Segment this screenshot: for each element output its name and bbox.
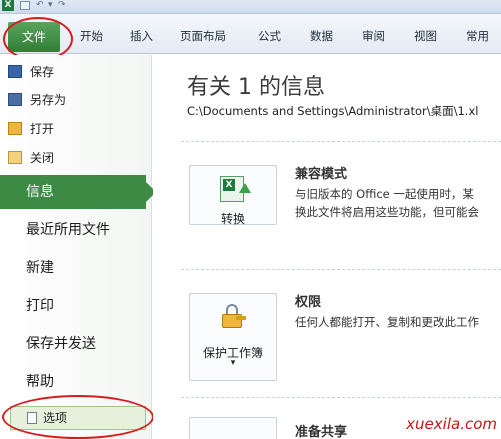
convert-button-label: 转换	[220, 212, 245, 226]
permissions-desc: 任何人都能打开、复制和更改此工作	[295, 315, 479, 329]
compat-desc-1: 与旧版本的 Office 一起使用时，某	[295, 187, 474, 201]
save-as-icon	[8, 93, 22, 106]
divider	[181, 141, 501, 142]
open-folder-icon	[8, 122, 22, 135]
save-quick-icon[interactable]	[20, 1, 30, 10]
file-path: C:\Documents and Settings\Administrator\…	[187, 104, 479, 118]
tab-view[interactable]: 视图	[414, 28, 437, 44]
tab-formulas[interactable]: 公式	[258, 28, 281, 44]
section-new[interactable]: 新建	[0, 251, 152, 285]
compat-desc-2: 换此文件将启用这些功能，但可能会	[295, 205, 479, 219]
divider	[181, 397, 501, 398]
tab-review[interactable]: 审阅	[362, 28, 385, 44]
open-command[interactable]: 打开	[8, 118, 54, 140]
section-help[interactable]: 帮助	[0, 365, 152, 399]
page-title: 有关 1 的信息	[187, 75, 325, 100]
save-command-label: 保存	[30, 65, 55, 79]
redo-icon[interactable]: ↷	[58, 0, 66, 11]
check-issues-button[interactable]	[189, 417, 277, 439]
tab-page-layout[interactable]: 页面布局	[180, 28, 226, 44]
share-heading: 准备共享	[295, 425, 348, 439]
close-folder-icon	[8, 151, 22, 164]
tab-insert[interactable]: 插入	[130, 28, 153, 44]
lock-icon	[220, 304, 246, 330]
save-as-command-label: 另存为	[30, 93, 67, 107]
ribbon-tab-bar: 文件 开始 插入 页面布局 公式 数据 审阅 视图 常用	[0, 14, 501, 61]
divider	[181, 269, 501, 270]
convert-excel-icon: X	[220, 176, 251, 202]
section-recent[interactable]: 最近所用文件	[0, 213, 152, 247]
compat-heading: 兼容模式	[295, 167, 348, 182]
watermark: xuexila.com	[406, 415, 497, 433]
excel-app-icon[interactable]: X	[2, 0, 14, 11]
save-command[interactable]: 保存	[8, 61, 54, 83]
save-as-command[interactable]: 另存为	[8, 89, 66, 111]
tab-data[interactable]: 数据	[310, 28, 333, 44]
dropdown-chevron-icon[interactable]: ▾	[48, 0, 53, 11]
tab-common[interactable]: 常用	[466, 28, 489, 44]
annotation-circle-options	[2, 395, 154, 439]
save-icon	[8, 65, 22, 78]
info-panel: 有关 1 的信息 C:\Documents and Settings\Admin…	[153, 55, 501, 439]
quick-access-toolbar: X ↶ ▾ ↷	[0, 0, 501, 14]
undo-icon[interactable]: ↶	[36, 0, 44, 11]
permissions-heading: 权限	[295, 295, 322, 310]
section-print[interactable]: 打印	[0, 289, 152, 323]
chevron-down-icon: ▾	[230, 358, 236, 368]
section-save-send[interactable]: 保存并发送	[0, 327, 152, 361]
close-command-label: 关闭	[30, 151, 55, 165]
section-info[interactable]: 信息	[0, 175, 156, 209]
convert-button[interactable]: X 转换	[189, 165, 277, 226]
tab-home[interactable]: 开始	[80, 28, 103, 44]
open-command-label: 打开	[30, 122, 55, 136]
protect-workbook-button[interactable]: 保护工作簿 ▾	[189, 293, 277, 381]
close-command[interactable]: 关闭	[8, 147, 54, 169]
backstage-nav: 保存 另存为 打开 关闭 信息 最近所用文件 新建 打印 保存并发送 帮助 选项	[0, 55, 156, 439]
